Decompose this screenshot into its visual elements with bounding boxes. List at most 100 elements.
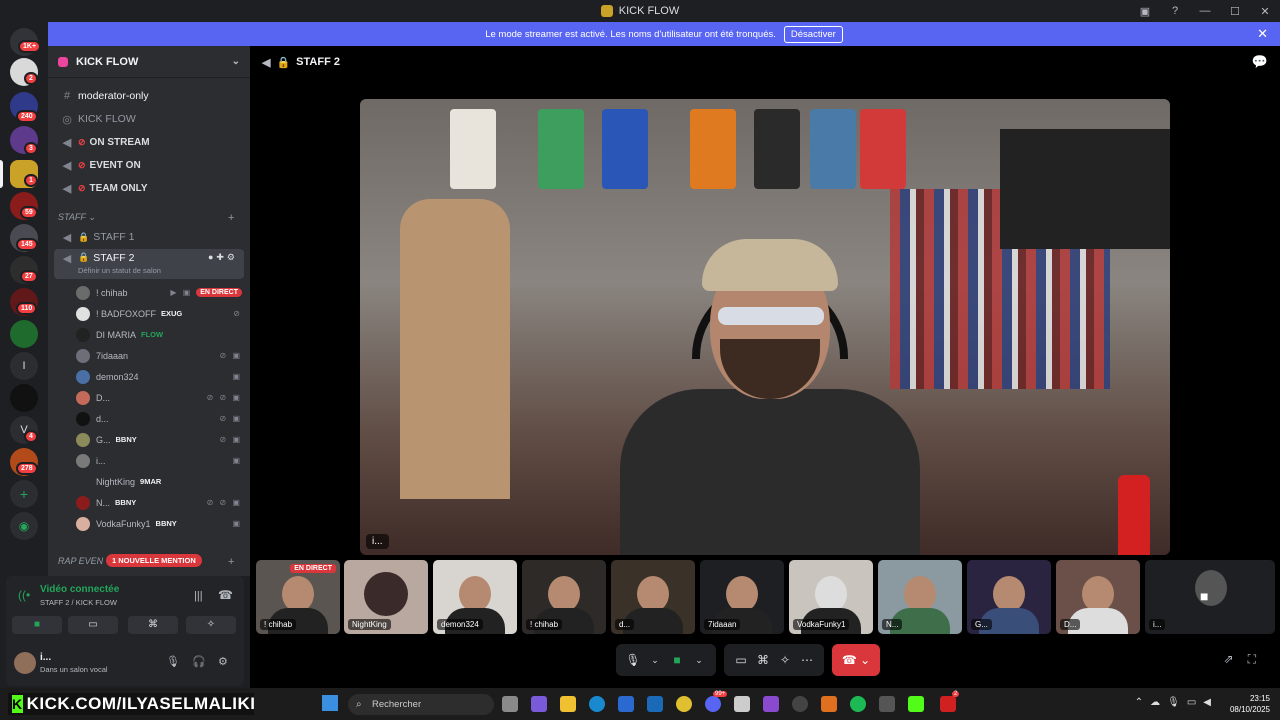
blocked-icon: ⊘ xyxy=(78,159,86,170)
app-icon[interactable] xyxy=(879,696,895,712)
member-row[interactable]: G... BBNY ⊘ ▣ xyxy=(76,430,242,449)
taskbar-search[interactable]: ⌕ Rechercher xyxy=(348,694,494,715)
app-icon[interactable] xyxy=(763,696,779,712)
server-icon[interactable] xyxy=(10,320,38,348)
app-icon[interactable] xyxy=(792,696,808,712)
more-icon[interactable]: ⋯ xyxy=(796,653,818,667)
participant-tile[interactable]: 7idaaan xyxy=(700,560,784,634)
windows-start-icon[interactable] xyxy=(322,695,338,711)
category-staff[interactable]: STAFF ⌄ + xyxy=(58,212,234,224)
member-row[interactable]: d... ⊘ ▣ xyxy=(76,409,242,428)
app-icon[interactable] xyxy=(821,696,837,712)
server-header[interactable]: KICK FLOW ⌄ xyxy=(48,46,250,78)
store-icon[interactable] xyxy=(618,696,634,712)
app-badge: 2 xyxy=(952,691,960,697)
member-row[interactable]: D... ⊘ ⊘ ▣ xyxy=(76,388,242,407)
effects-button[interactable]: ✧ xyxy=(186,616,236,634)
maximize-button[interactable]: ☐ xyxy=(1220,5,1250,18)
close-icon[interactable]: ✕ xyxy=(1257,26,1268,42)
file-explorer-icon[interactable] xyxy=(560,696,576,712)
channel-tools-icons[interactable]: ●✚⚙ xyxy=(208,252,238,263)
member-row[interactable]: DI MARIA FLOW xyxy=(76,325,242,344)
member-row[interactable]: i... ▣ xyxy=(76,451,242,470)
add-channel-icon[interactable]: + xyxy=(228,212,234,224)
channel-moderator-only[interactable]: # moderator-only xyxy=(54,86,244,106)
soundboard-icon[interactable]: ||| xyxy=(194,590,203,602)
channel-on-stream[interactable]: ◀ ⊘ ON STREAM xyxy=(54,132,244,152)
disable-streamer-button[interactable]: Désactiver xyxy=(783,25,843,43)
screen-share-button[interactable]: ▭ xyxy=(68,616,118,634)
disconnect-icon[interactable]: ☎ xyxy=(218,588,233,602)
outlook-icon[interactable] xyxy=(647,696,663,712)
status-icons: ▣ xyxy=(232,372,242,381)
chevron-down-icon[interactable]: ⌄ xyxy=(644,655,666,666)
popout-fullscreen-icons[interactable]: ⇗⛶ xyxy=(1224,652,1270,667)
system-tray-icons[interactable]: ⌃☁🎙▭◀ xyxy=(1135,697,1218,708)
microphone-icon[interactable]: 🎙 xyxy=(166,655,180,668)
server-icon[interactable]: I xyxy=(10,352,38,380)
add-channel-icon[interactable]: + xyxy=(228,556,234,568)
member-name: ! BADFOXOFF xyxy=(96,308,157,319)
participant-tile[interactable]: VodkaFunky1 xyxy=(789,560,873,634)
participant-tile[interactable]: D... xyxy=(1056,560,1140,634)
participant-tile[interactable]: NightKing xyxy=(344,560,428,634)
edge-icon[interactable] xyxy=(589,696,605,712)
copilot-icon[interactable] xyxy=(531,696,547,712)
explore-icon[interactable]: ◉ xyxy=(10,512,38,540)
camera-icon[interactable]: ■ xyxy=(666,653,688,667)
effects-icon[interactable]: ✧ xyxy=(774,653,796,667)
task-view-icon[interactable] xyxy=(502,696,518,712)
participant-tile[interactable]: N... xyxy=(878,560,962,634)
channel-staff-1[interactable]: ◀ 🔒 STAFF 1 xyxy=(54,227,244,247)
member-row[interactable]: 7idaaan ⊘ ▣ xyxy=(76,346,242,365)
kick-app-icon[interactable] xyxy=(908,696,924,712)
hang-up-button[interactable]: ☎ ⌄ xyxy=(832,644,880,676)
member-row[interactable]: ! chihab ▶ ▣ EN DIRECT xyxy=(76,283,242,302)
microphone-icon[interactable]: 🎙 xyxy=(622,653,644,667)
app-icon[interactable] xyxy=(940,696,956,712)
server-icon[interactable] xyxy=(10,384,38,412)
channel-kick-flow[interactable]: ◎ KICK FLOW xyxy=(54,109,244,129)
camera-button[interactable]: ■ xyxy=(12,616,62,634)
participant-tile[interactable]: G... xyxy=(967,560,1051,634)
close-button[interactable]: ✕ xyxy=(1250,5,1280,18)
member-row[interactable]: NightKing 9MAR xyxy=(76,472,242,491)
gamepad-icon[interactable]: ⌘ xyxy=(752,653,774,667)
chat-bubble-icon[interactable]: 💬 xyxy=(1252,54,1268,70)
avatar[interactable] xyxy=(14,652,36,674)
app-icon[interactable] xyxy=(734,696,750,712)
channel-event-on[interactable]: ◀ ⊘ EVENT ON xyxy=(54,155,244,175)
member-row[interactable]: ! BADFOXOFF EXUG ⊘ xyxy=(76,304,242,323)
member-row[interactable]: N... BBNY ⊘ ⊘ ▣ xyxy=(76,493,242,512)
screen-share-icon[interactable]: ▭ xyxy=(730,653,752,667)
discord-icon[interactable] xyxy=(705,696,721,712)
channel-status-hint[interactable]: Définir un statut de salon xyxy=(78,266,161,275)
participant-tile[interactable]: ! chihab xyxy=(522,560,606,634)
help-icon[interactable]: ? xyxy=(1160,5,1190,17)
member-name: DI MARIA xyxy=(96,329,137,340)
focused-video-stream[interactable]: i... xyxy=(360,99,1170,555)
minimize-button[interactable]: — xyxy=(1190,5,1220,17)
chevron-down-icon[interactable]: ⌄ xyxy=(688,655,710,666)
forum-icon: ◎ xyxy=(62,113,72,126)
channel-staff-2[interactable]: ◀ 🔒 STAFF 2 Définir un statut de salon ●… xyxy=(54,249,244,279)
gear-icon[interactable]: ⚙ xyxy=(218,655,228,668)
clock[interactable]: 23:15 08/10/2025 xyxy=(1230,693,1270,715)
spotify-icon[interactable] xyxy=(850,696,866,712)
member-row[interactable]: demon324 ▣ xyxy=(76,367,242,386)
participant-tile[interactable]: ■ i... xyxy=(1145,560,1275,634)
category-rap[interactable]: RAP EVEN + xyxy=(58,556,234,568)
chrome-icon[interactable] xyxy=(676,696,692,712)
activity-button[interactable]: ⌘ xyxy=(128,616,178,634)
channel-team-only[interactable]: ◀ ⊘ TEAM ONLY xyxy=(54,178,244,198)
participant-tile[interactable]: demon324 xyxy=(433,560,517,634)
add-server-icon[interactable]: + xyxy=(10,480,38,508)
chevron-down-icon[interactable]: ⌄ xyxy=(232,56,240,67)
voice-channel-link[interactable]: STAFF 2 / KICK FLOW xyxy=(40,598,117,607)
member-row[interactable]: VodkaFunky1 BBNY ▣ xyxy=(76,514,242,533)
inbox-icon[interactable]: ▣ xyxy=(1130,5,1160,18)
headphones-icon[interactable]: 🎧 xyxy=(192,655,206,668)
new-mention-badge[interactable]: 1 NOUVELLE MENTION xyxy=(106,554,202,567)
participant-tile[interactable]: EN DIRECT ! chihab xyxy=(256,560,340,634)
participant-tile[interactable]: d... xyxy=(611,560,695,634)
